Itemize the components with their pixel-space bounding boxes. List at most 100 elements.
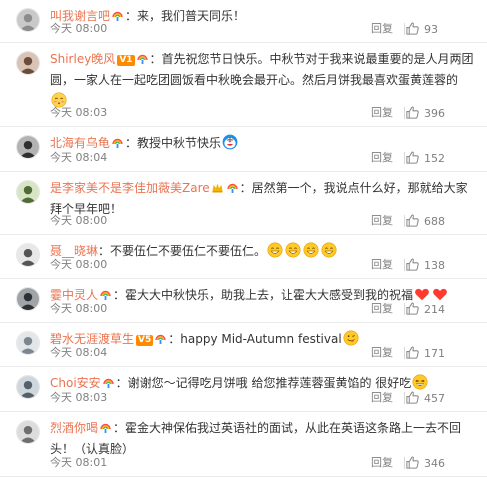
comment-item: 北海有乌龟 ：教授中秋节快乐今天 08:04 回复 152 bbox=[0, 127, 487, 172]
reply-button[interactable]: 回复 bbox=[371, 390, 393, 406]
reply-button[interactable]: 回复 bbox=[371, 455, 393, 471]
laugh-emoji bbox=[412, 374, 428, 390]
like-count: 138 bbox=[424, 259, 445, 272]
like-button[interactable]: 346 bbox=[405, 455, 445, 472]
avatar[interactable] bbox=[16, 51, 40, 75]
like-count: 214 bbox=[424, 303, 445, 316]
comment-item: 叫我谢言吧 ：来，我们普天同乐！ 今天 08:00 回复 93 bbox=[0, 0, 487, 43]
reply-button[interactable]: 回复 bbox=[371, 345, 393, 361]
username-link[interactable]: Choi安安 bbox=[50, 376, 101, 390]
comment-meta: 今天 08:04 回复 152 bbox=[50, 150, 475, 166]
like-count: 688 bbox=[424, 215, 445, 228]
like-button[interactable]: 396 bbox=[405, 105, 445, 122]
reply-button[interactable]: 回复 bbox=[371, 213, 393, 229]
thumb-up-icon bbox=[405, 106, 424, 120]
comment-item: 聂__晓琳：不要伍仁不要伍仁不要伍仁。 今天 08:00 回复 138 bbox=[0, 235, 487, 279]
thumb-up-icon bbox=[405, 391, 424, 405]
comment-meta: 今天 08:03 回复 457 bbox=[50, 390, 475, 406]
timestamp: 今天 08:03 bbox=[50, 106, 108, 119]
thumb-up-icon bbox=[405, 302, 424, 316]
avatar[interactable] bbox=[16, 243, 40, 267]
grin-emoji bbox=[321, 242, 337, 258]
like-button[interactable]: 688 bbox=[405, 213, 445, 230]
reply-button[interactable]: 回复 bbox=[371, 21, 393, 37]
comment-item: Choi安安 ：谢谢您～记得吃月饼哦 给您推荐莲蓉蛋黄馅的 很好吃 今天 08:03… bbox=[0, 367, 487, 412]
like-count: 396 bbox=[424, 107, 445, 120]
timestamp: 今天 08:03 bbox=[50, 391, 108, 404]
grin-emoji bbox=[303, 242, 319, 258]
heart-emoji bbox=[414, 286, 430, 302]
rainbow-badge[interactable] bbox=[111, 136, 124, 149]
like-count: 457 bbox=[424, 392, 445, 405]
username-link[interactable]: 北海有乌龟 bbox=[50, 136, 110, 150]
like-count: 171 bbox=[424, 347, 445, 360]
grin-emoji bbox=[285, 242, 301, 258]
username-link[interactable]: 是李家美不是李佳加薇美Zare bbox=[50, 181, 210, 195]
reply-button[interactable]: 回复 bbox=[371, 105, 393, 121]
comment-meta: 今天 08:01 回复 346 bbox=[50, 455, 475, 471]
like-button[interactable]: 138 bbox=[405, 257, 445, 274]
comment-feed: 叫我谢言吧 ：来，我们普天同乐！ 今天 08:00 回复 93 Shirley晚风 V1 ：首… bbox=[0, 0, 487, 497]
thumb-up-icon bbox=[405, 258, 424, 272]
reply-button[interactable]: 回复 bbox=[371, 257, 393, 273]
thumb-up-icon bbox=[405, 456, 424, 470]
reply-button[interactable]: 回复 bbox=[371, 150, 393, 166]
like-button[interactable]: 457 bbox=[405, 390, 445, 407]
avatar[interactable] bbox=[16, 8, 40, 32]
comment-text: ：谢谢您～记得吃月饼哦 给您推荐莲蓉蛋黄馅的 很好吃 bbox=[115, 376, 412, 390]
timestamp: 今天 08:04 bbox=[50, 346, 108, 359]
timestamp: 今天 08:00 bbox=[50, 258, 108, 271]
comment-item: 是李家美不是李佳加薇美Zare ：居然第一个，我说点什么好，那就给大家拜个早年吧！… bbox=[0, 172, 487, 235]
avatar[interactable] bbox=[16, 135, 40, 159]
rainbow-badge[interactable] bbox=[102, 376, 115, 389]
username-link[interactable]: 霎中灵人 bbox=[50, 288, 98, 302]
comment-text: ：不要伍仁不要伍仁不要伍仁。 bbox=[98, 244, 267, 258]
username-link[interactable]: 碧水无涯渡草生 bbox=[50, 332, 134, 346]
comment-meta: 今天 08:03 回复 396 bbox=[50, 105, 475, 121]
username-link[interactable]: 聂__晓琳 bbox=[50, 244, 98, 258]
username-link[interactable]: Shirley晚风 bbox=[50, 52, 115, 66]
timestamp: 今天 08:00 bbox=[50, 302, 108, 315]
comment-meta: 今天 08:00 回复 688 bbox=[50, 213, 475, 229]
rainbow-badge[interactable] bbox=[99, 288, 112, 301]
timestamp: 今天 08:01 bbox=[50, 456, 108, 469]
wink-tongue-emoji bbox=[343, 330, 359, 346]
comment-item: Shirley晚风 V1 ：首先祝您节日快乐。中秋节对于我来说最重要的是人月两团圆，… bbox=[0, 43, 487, 127]
like-button[interactable]: 93 bbox=[405, 21, 438, 38]
reply-button[interactable]: 回复 bbox=[371, 301, 393, 317]
like-count: 152 bbox=[424, 152, 445, 165]
like-button[interactable]: 171 bbox=[405, 345, 445, 362]
comment-item: 霎中灵人 ：霍大大中秋快乐，助我上去，让霍大大感受到我的祝福 今天 08:00 回复 2… bbox=[0, 279, 487, 323]
timestamp: 今天 08:00 bbox=[50, 214, 108, 227]
like-button[interactable]: 214 bbox=[405, 301, 445, 318]
comment-meta: 今天 08:00 回复 93 bbox=[50, 21, 475, 37]
rainbow-badge[interactable] bbox=[226, 181, 239, 194]
doraemon-emoji bbox=[222, 134, 238, 150]
comment-meta: 今天 08:04 回复 171 bbox=[50, 345, 475, 361]
avatar[interactable] bbox=[16, 420, 40, 444]
comment-text: ：教授中秋节快乐 bbox=[125, 136, 222, 150]
comment-text-block: Shirley晚风 V1 ：首先祝您节日快乐。中秋节对于我来说最重要的是人月两团圆，… bbox=[50, 49, 475, 112]
heart-emoji bbox=[432, 286, 448, 302]
timestamp: 今天 08:04 bbox=[50, 151, 108, 164]
avatar[interactable] bbox=[16, 287, 40, 311]
vip-badge[interactable]: V1 bbox=[117, 55, 135, 66]
comment-text: ：happy Mid-Autumn festival bbox=[168, 332, 342, 346]
thumb-up-icon bbox=[405, 214, 424, 228]
avatar[interactable] bbox=[16, 331, 40, 355]
like-button[interactable]: 152 bbox=[405, 150, 445, 167]
comment-text: ：霍大大中秋快乐，助我上去，让霍大大感受到我的祝福 bbox=[113, 288, 414, 302]
username-link[interactable]: 烈酒你喝 bbox=[50, 421, 98, 435]
comment-item: 烈酒你喝 ：霍金大神保佑我过英语社的面试，从此在英语这条路上一去不回头！（认真脸）… bbox=[0, 412, 487, 477]
thumb-up-icon bbox=[405, 346, 424, 360]
crown-badge[interactable] bbox=[211, 181, 224, 194]
timestamp: 今天 08:00 bbox=[50, 22, 108, 35]
avatar[interactable] bbox=[16, 375, 40, 399]
comment-text-block: 烈酒你喝 ：霍金大神保佑我过英语社的面试，从此在英语这条路上一去不回头！（认真脸） bbox=[50, 418, 475, 460]
rainbow-badge[interactable] bbox=[99, 421, 112, 434]
avatar[interactable] bbox=[16, 180, 40, 204]
like-count: 346 bbox=[424, 457, 445, 470]
comment-meta: 今天 08:00 回复 138 bbox=[50, 257, 475, 273]
rainbow-badge[interactable] bbox=[136, 52, 149, 65]
rainbow-badge[interactable] bbox=[154, 332, 167, 345]
